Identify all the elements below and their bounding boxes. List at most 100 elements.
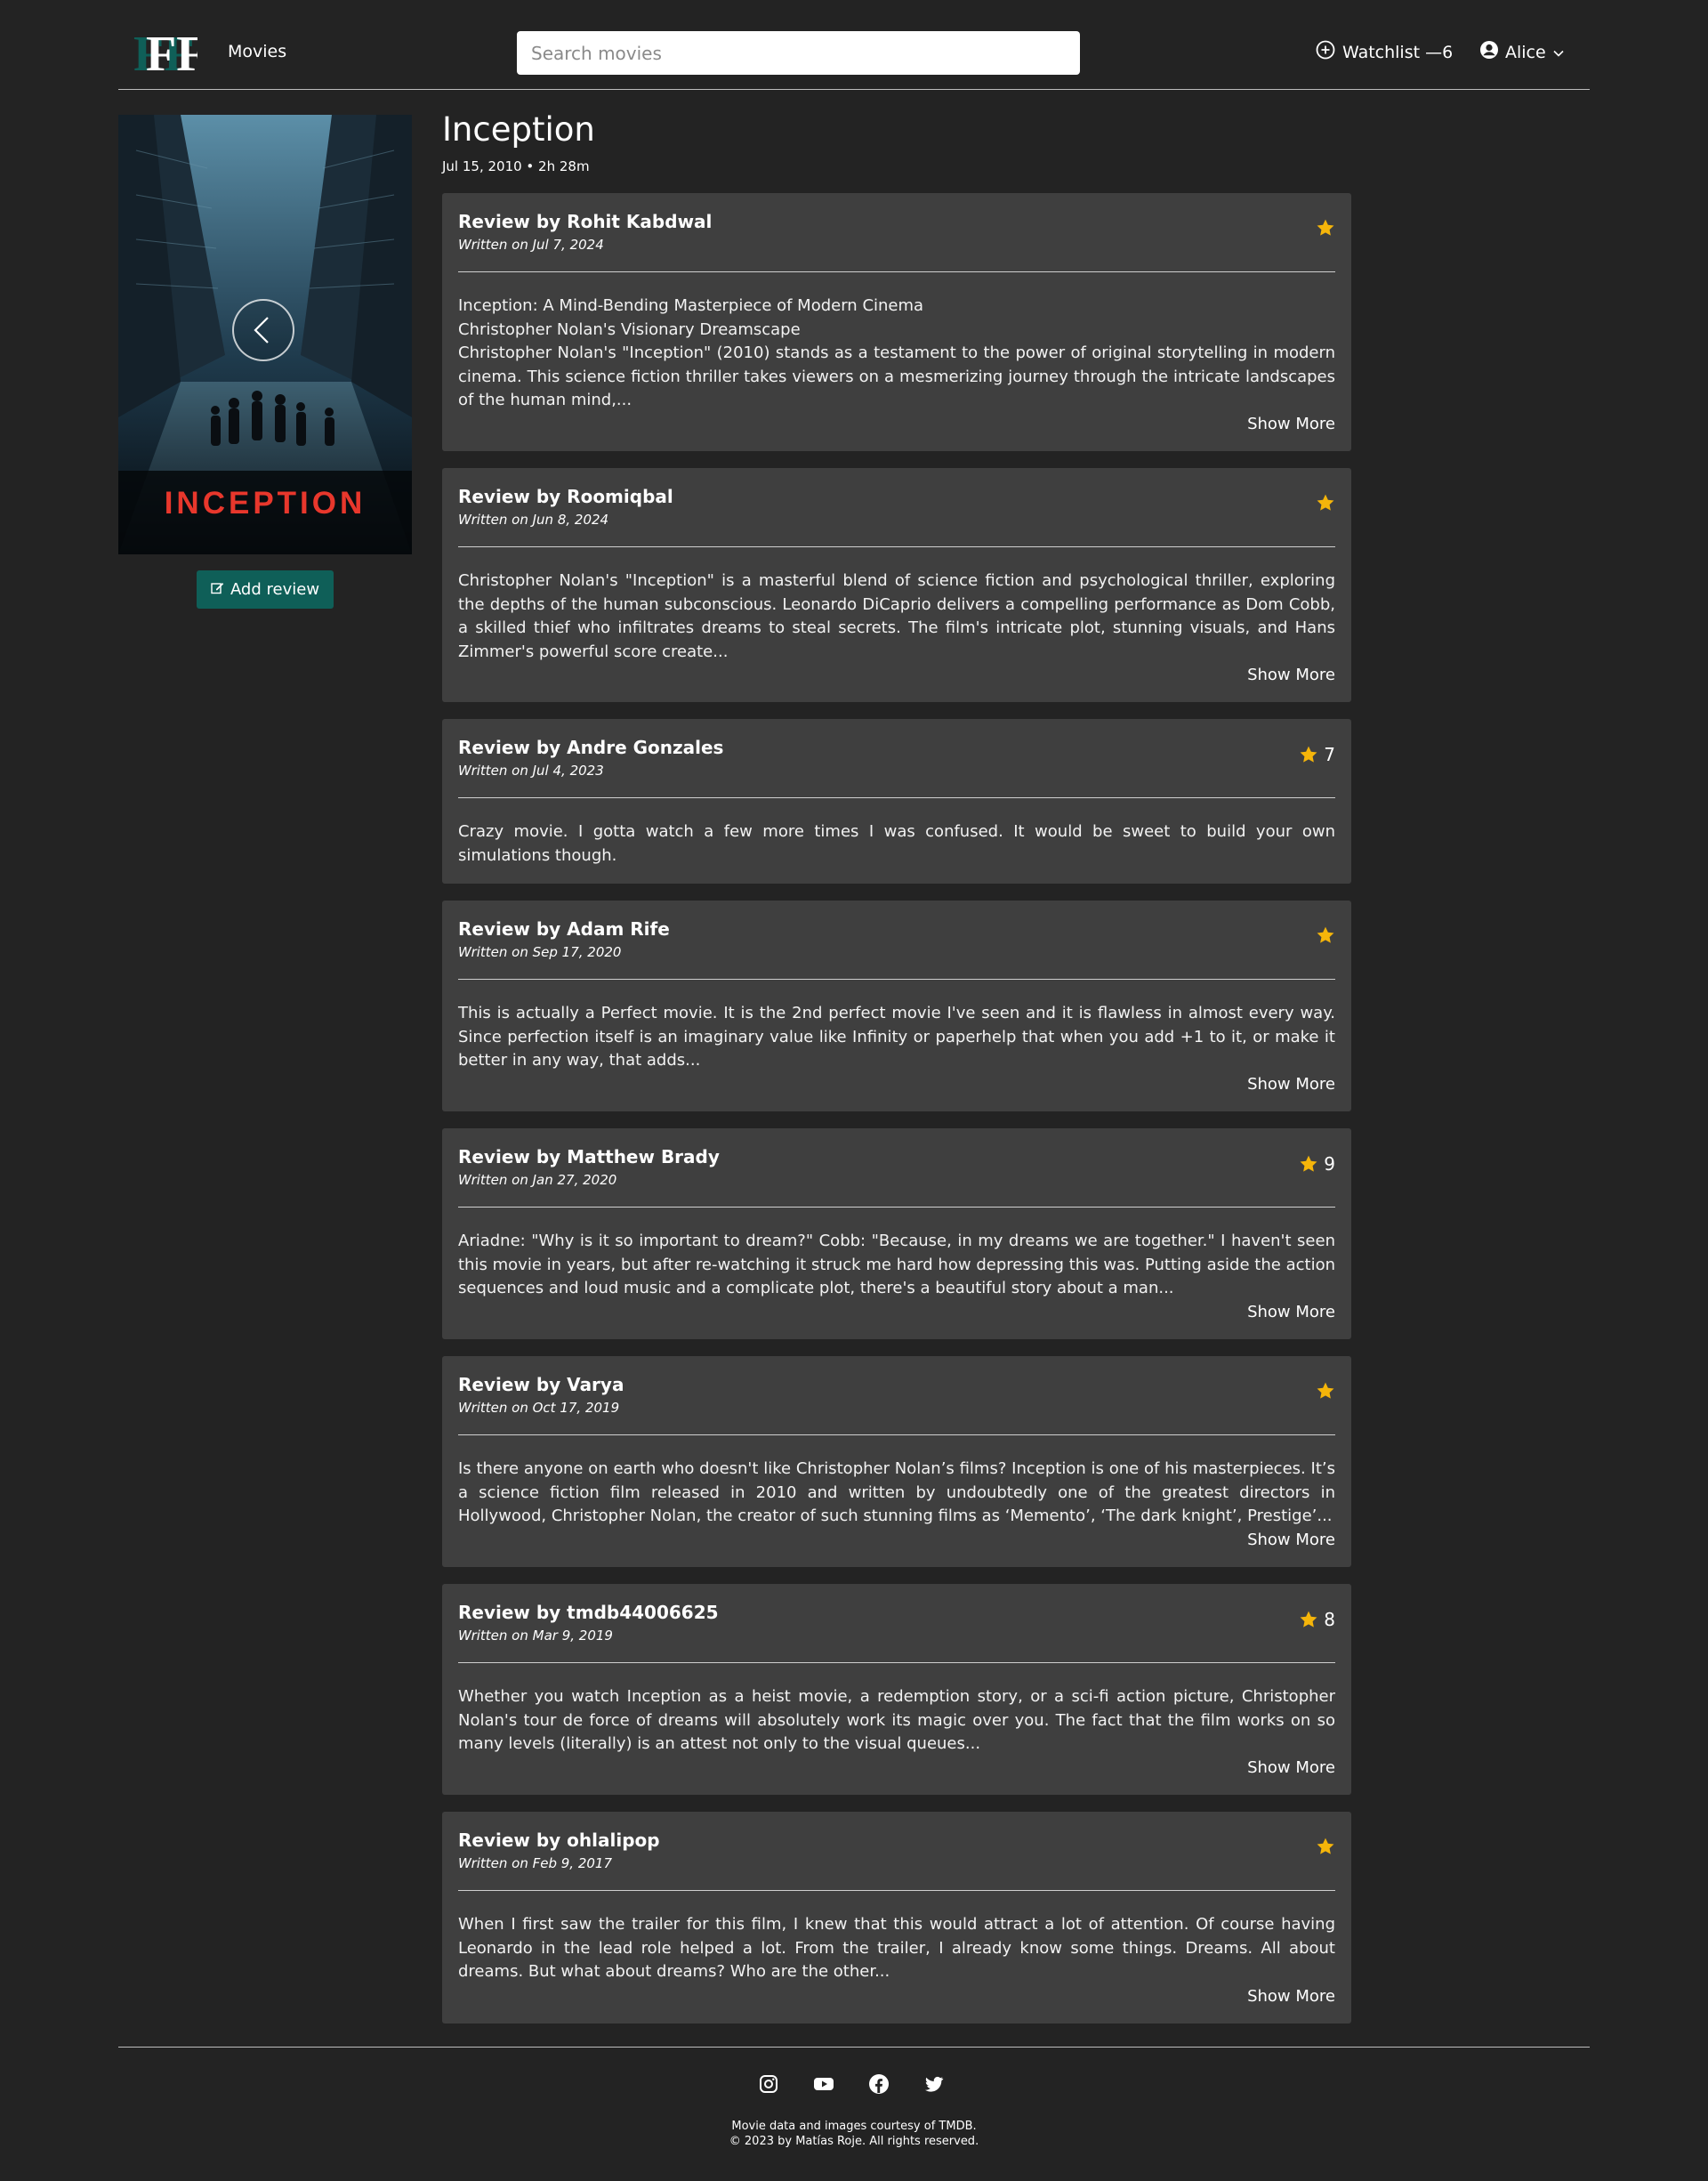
- review-divider: [458, 1662, 1335, 1663]
- youtube-icon[interactable]: [813, 2073, 834, 2095]
- star-icon: [1299, 1154, 1318, 1174]
- star-icon: [1316, 1381, 1335, 1401]
- review-rating: 8: [1299, 1609, 1335, 1630]
- review-card: Review by Matthew Brady Written on Jan 27…: [442, 1128, 1351, 1339]
- review-author: Review by Matthew Brady: [458, 1146, 720, 1167]
- show-more-button[interactable]: Show More: [1247, 1075, 1335, 1094]
- review-date: Written on Feb 9, 2017: [458, 1855, 613, 1871]
- review-rating: 9: [1299, 1153, 1335, 1175]
- review-text: When I first saw the trailer for this fi…: [458, 1915, 1335, 1981]
- show-more-button[interactable]: Show More: [1247, 415, 1335, 433]
- movie-poster: INCEPTION: [118, 115, 412, 554]
- review-date: Written on Jan 27, 2020: [458, 1172, 617, 1188]
- review-author: Review by Adam Rife: [458, 918, 670, 940]
- twitter-icon[interactable]: [923, 2073, 945, 2095]
- nav-link-movies[interactable]: Movies: [228, 42, 286, 61]
- instagram-icon[interactable]: [758, 2073, 779, 2095]
- review-card: Review by Varya Written on Oct 17, 2019 Is…: [442, 1356, 1351, 1567]
- user-name: Alice: [1505, 42, 1546, 62]
- show-more-button[interactable]: Show More: [1247, 666, 1335, 684]
- review-body: Inception: A Mind-Bending Masterpiece of…: [458, 295, 1335, 413]
- footer-credit: Movie data and images courtesy of TMDB.: [731, 2120, 977, 2133]
- show-more-button[interactable]: Show More: [1247, 1758, 1335, 1777]
- review-date: Written on Jul 4, 2023: [458, 763, 604, 779]
- review-author: Review by ohlalipop: [458, 1830, 660, 1851]
- edit-icon: [211, 580, 224, 599]
- review-divider: [458, 546, 1335, 547]
- chevron-left-icon: [234, 301, 293, 359]
- review-author: Review by tmdb44006625: [458, 1602, 719, 1623]
- facebook-icon[interactable]: [868, 2073, 890, 2095]
- review-divider: [458, 1434, 1335, 1435]
- logo[interactable]: FF FF: [133, 28, 197, 76]
- review-card: Review by Roomiqbal Written on Jun 8, 202…: [442, 468, 1351, 702]
- footer-copyright: © 2023 by Matías Roje. All rights reserv…: [729, 2135, 979, 2148]
- review-body: Christopher Nolan's "Inception" is a mas…: [458, 569, 1335, 664]
- review-text: Inception: A Mind-Bending Masterpiece of…: [458, 296, 924, 315]
- review-text: Ariadne: "Why is it so important to drea…: [458, 1232, 1335, 1297]
- review-text: Christopher Nolan's "Inception" is a mas…: [458, 571, 1335, 661]
- show-more-button[interactable]: Show More: [1247, 1303, 1335, 1321]
- review-date: Written on Oct 17, 2019: [458, 1400, 620, 1416]
- review-date: Written on Jun 8, 2024: [458, 512, 609, 528]
- user-avatar-icon: [1479, 40, 1499, 64]
- review-text: Whether you watch Inception as a heist m…: [458, 1687, 1335, 1753]
- top-navbar: FF FF Movies Watchlist —6 Alice: [0, 0, 1708, 105]
- review-body: Whether you watch Inception as a heist m…: [458, 1685, 1335, 1757]
- review-divider: [458, 1207, 1335, 1208]
- add-review-label: Add review: [230, 580, 320, 599]
- review-rating: [1316, 1837, 1335, 1856]
- star-icon: [1316, 218, 1335, 238]
- review-rating: [1316, 1381, 1335, 1401]
- review-author: Review by Roomiqbal: [458, 486, 673, 507]
- review-body: Crazy movie. I gotta watch a few more ti…: [458, 820, 1335, 868]
- user-menu[interactable]: Alice: [1479, 40, 1565, 64]
- rating-value: 7: [1324, 744, 1335, 765]
- review-body: When I first saw the trailer for this fi…: [458, 1913, 1335, 1984]
- review-rating: 7: [1299, 744, 1335, 765]
- star-icon: [1316, 925, 1335, 945]
- plus-circle-icon: [1316, 40, 1335, 64]
- poster-title: INCEPTION: [165, 486, 367, 521]
- review-card: Review by ohlalipop Written on Feb 9, 201…: [442, 1812, 1351, 2023]
- add-review-button[interactable]: Add review: [197, 570, 334, 609]
- review-body: Is there anyone on earth who doesn't lik…: [458, 1458, 1335, 1529]
- review-rating: [1316, 218, 1335, 238]
- review-card: Review by Andre Gonzales Written on Jul 4…: [442, 719, 1351, 884]
- review-date: Written on Mar 9, 2019: [458, 1628, 613, 1644]
- star-icon: [1299, 1610, 1318, 1629]
- review-body: Ariadne: "Why is it so important to drea…: [458, 1230, 1335, 1301]
- review-author: Review by Andre Gonzales: [458, 737, 724, 758]
- review-author: Review by Varya: [458, 1374, 624, 1395]
- review-author: Review by Rohit Kabdwal: [458, 211, 713, 232]
- review-body: This is actually a Perfect movie. It is …: [458, 1002, 1335, 1073]
- review-divider: [458, 979, 1335, 980]
- review-text: This is actually a Perfect movie. It is …: [458, 1004, 1335, 1070]
- review-card: Review by tmdb44006625 Written on Mar 9, …: [442, 1584, 1351, 1795]
- watchlist-label: Watchlist —6: [1342, 42, 1454, 62]
- show-more-button[interactable]: Show More: [1247, 1531, 1335, 1549]
- review-date: Written on Sep 17, 2020: [458, 944, 622, 960]
- watchlist-button[interactable]: Watchlist —6: [1316, 40, 1453, 64]
- rating-value: 8: [1324, 1609, 1335, 1630]
- show-more-button[interactable]: Show More: [1247, 1987, 1335, 2006]
- review-divider: [458, 1890, 1335, 1891]
- star-icon: [1299, 745, 1318, 764]
- logo-text: FF: [146, 28, 197, 76]
- star-icon: [1316, 493, 1335, 513]
- review-rating: [1316, 493, 1335, 513]
- review-divider: [458, 797, 1335, 798]
- review-divider: [458, 271, 1335, 272]
- review-card: Review by Adam Rife Written on Sep 17, 20…: [442, 901, 1351, 1111]
- review-text: Crazy movie. I gotta watch a few more ti…: [458, 822, 1335, 865]
- review-text: Christopher Nolan's Visionary Dreamscape: [458, 319, 801, 339]
- review-card: Review by Rohit Kabdwal Written on Jul 7,…: [442, 193, 1351, 451]
- movie-meta: Jul 15, 2010 • 2h 28m: [442, 158, 590, 174]
- footer-divider: [118, 2047, 1590, 2048]
- star-icon: [1316, 1837, 1335, 1856]
- review-text: Is there anyone on earth who doesn't lik…: [458, 1459, 1335, 1525]
- rating-value: 9: [1324, 1153, 1335, 1175]
- review-text: Christopher Nolan's "Inception" (2010) s…: [458, 343, 1335, 409]
- search-input[interactable]: [517, 31, 1080, 75]
- poster-back-button[interactable]: [232, 299, 294, 361]
